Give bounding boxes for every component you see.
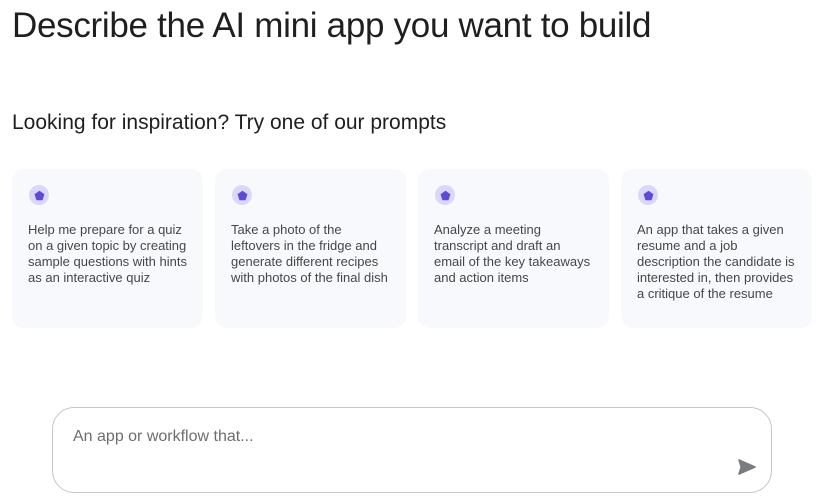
prompt-card-resume[interactable]: An app that takes a given resume and a j… (621, 169, 812, 328)
pentagon-icon (435, 185, 455, 205)
prompt-card-text: Take a photo of the leftovers in the fri… (231, 222, 388, 285)
prompt-card-text: An app that takes a given resume and a j… (637, 222, 795, 301)
inspiration-heading: Looking for inspiration? Try one of our … (12, 111, 447, 134)
prompt-card-meeting[interactable]: Analyze a meeting transcript and draft a… (418, 169, 609, 328)
pentagon-icon (638, 185, 658, 205)
send-button[interactable] (735, 456, 759, 480)
pentagon-icon (29, 185, 49, 205)
prompt-card-quiz[interactable]: Help me prepare for a quiz on a given to… (12, 169, 203, 328)
prompt-cards: Help me prepare for a quiz on a given to… (12, 169, 812, 328)
pentagon-icon (232, 185, 252, 205)
prompt-input[interactable] (73, 428, 713, 446)
prompt-card-text: Help me prepare for a quiz on a given to… (28, 222, 187, 285)
prompt-composer (52, 407, 772, 493)
page: Describe the AI mini app you want to bui… (0, 0, 817, 498)
prompt-card-text: Analyze a meeting transcript and draft a… (434, 222, 591, 285)
send-icon (738, 458, 756, 478)
prompt-card-leftovers[interactable]: Take a photo of the leftovers in the fri… (215, 169, 406, 328)
page-title: Describe the AI mini app you want to bui… (12, 6, 652, 45)
